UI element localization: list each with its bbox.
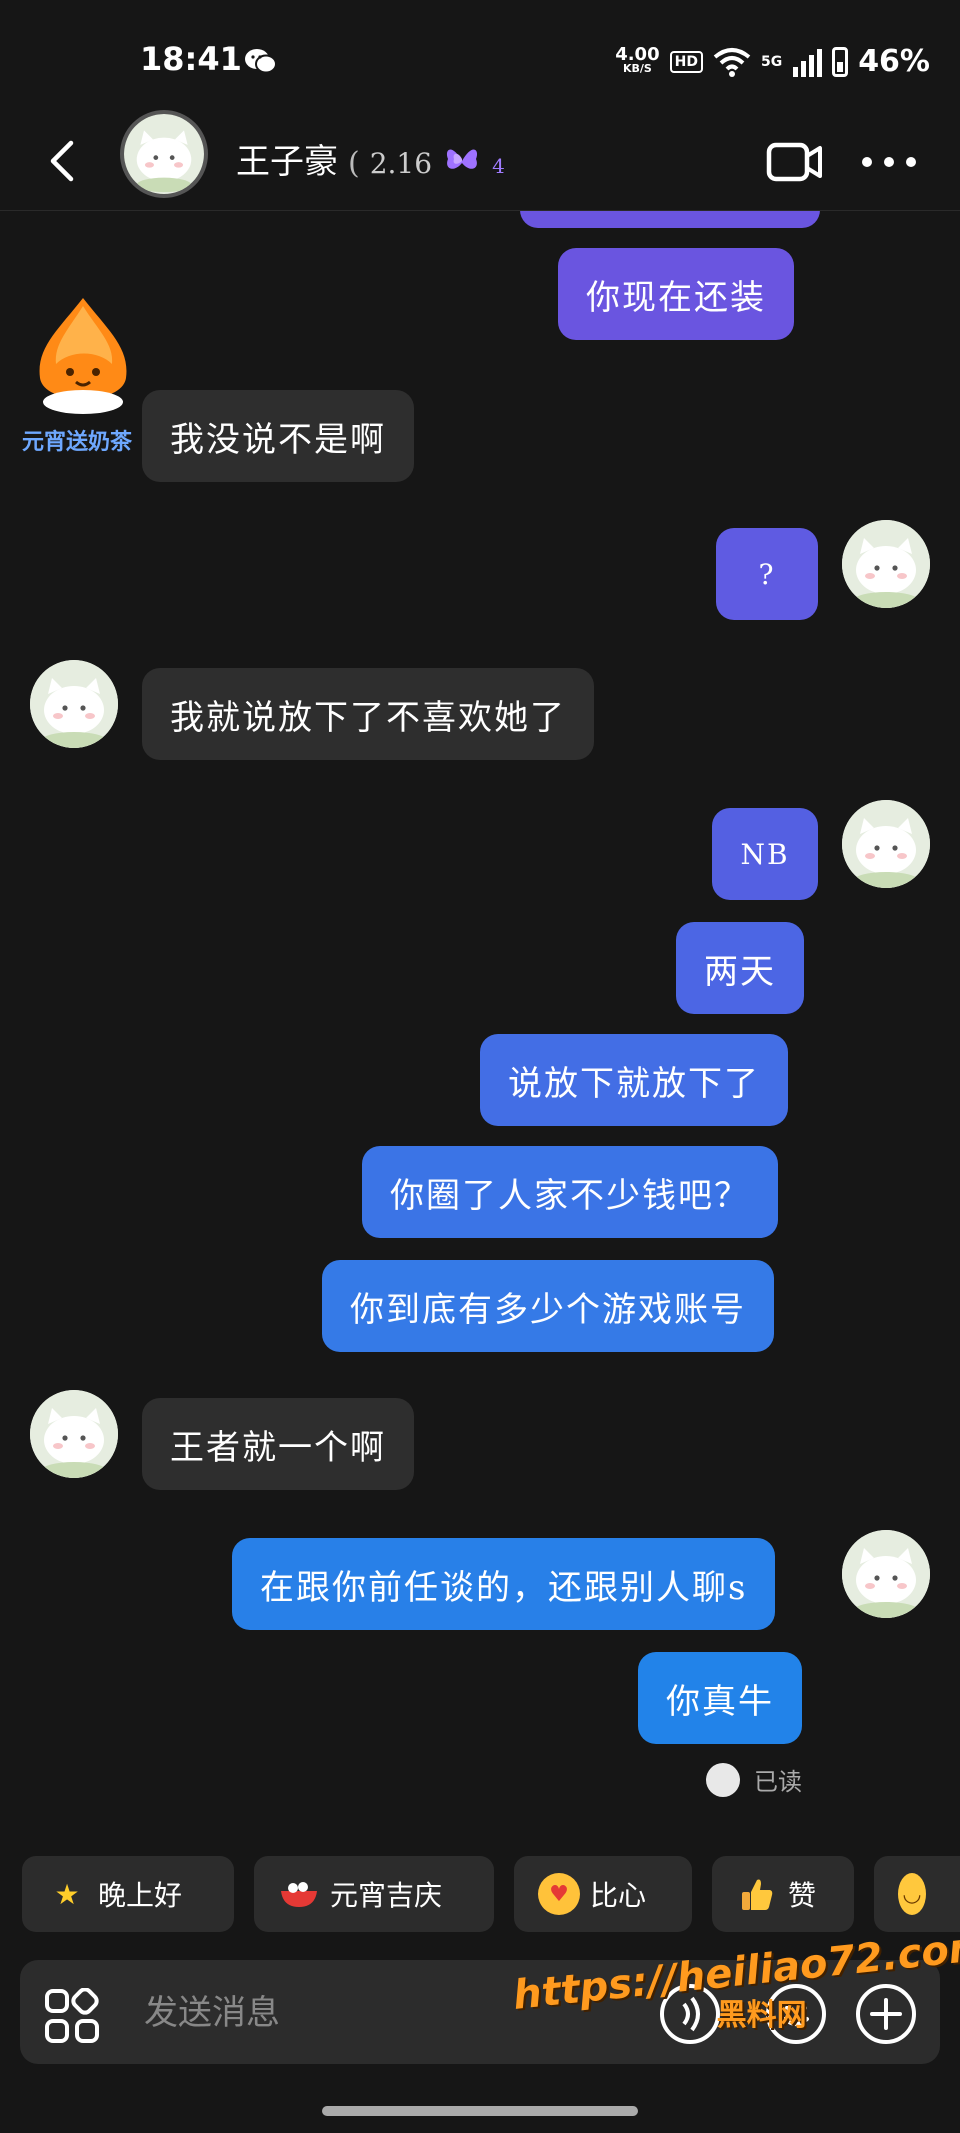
- cat-avatar-icon: [124, 114, 204, 194]
- self-avatar[interactable]: [842, 1530, 930, 1618]
- message-bubble-outgoing[interactable]: 两天: [676, 922, 804, 1014]
- glutinous-ball-sticker-icon: [39, 298, 127, 414]
- thumbs-up-svg: [742, 1879, 773, 1910]
- message-bubble-outgoing[interactable]: 你圈了人家不少钱吧？: [362, 1146, 778, 1238]
- sticker-avatar[interactable]: 元宵送奶茶: [18, 290, 148, 455]
- more-icon: [862, 157, 872, 167]
- battery-icon: [832, 46, 849, 77]
- wechat-icon: [245, 49, 277, 74]
- video-call-button[interactable]: [766, 140, 824, 184]
- quick-reply-chip[interactable]: ◡: [874, 1856, 960, 1932]
- message-bubble-outgoing[interactable]: ?: [716, 528, 818, 620]
- network-type: 5G: [760, 53, 783, 70]
- message-bubble-outgoing[interactable]: 说放下就放下了: [480, 1034, 788, 1126]
- status-bar: 18:41 4.00 KB/S HD 5G 46%: [0, 0, 960, 120]
- quick-reply-bar[interactable]: ★ 晚上好 元宵吉庆 ♥ 比心 赞 ◡: [0, 1856, 960, 1932]
- message-bubble-outgoing[interactable]: NB: [712, 808, 818, 900]
- message-bubble-incoming[interactable]: 我没说不是啊: [142, 390, 414, 482]
- contact-avatar[interactable]: [120, 110, 208, 198]
- watermark: https://heiliao72.com 黑料网: [511, 1923, 960, 2034]
- message-bubble-outgoing[interactable]: 你到底有多少个游戏账号: [322, 1260, 774, 1352]
- back-button[interactable]: [42, 136, 82, 186]
- read-status-text: 已读: [754, 1768, 802, 1796]
- video-call-icon: [766, 142, 822, 182]
- apps-icon: [45, 1987, 99, 2043]
- wifi-icon: [713, 47, 751, 77]
- message-bubble-outgoing[interactable]: 在跟你前任谈的，还跟别人聊s: [232, 1538, 776, 1630]
- cat-avatar-icon: [842, 800, 930, 888]
- sticker-caption: 元宵送奶茶: [22, 430, 133, 455]
- more-icon-dot: [906, 157, 916, 167]
- message-bubble-outgoing[interactable]: 你真牛: [638, 1652, 802, 1744]
- contact-avatar-small[interactable]: [30, 1390, 118, 1478]
- bowl-emoji-svg: [281, 1882, 317, 1907]
- more-button[interactable]: [862, 140, 916, 184]
- cat-avatar-icon: [842, 520, 930, 608]
- quick-reply-label: 比心: [590, 1879, 647, 1912]
- read-receipt: 已读: [706, 1762, 802, 1797]
- cat-avatar-icon: [30, 1390, 118, 1478]
- self-avatar[interactable]: [842, 520, 930, 608]
- heart-hands-emoji-icon: ♥: [538, 1873, 580, 1915]
- battery-percent: 46%: [858, 44, 930, 79]
- quick-reply-label: 赞: [788, 1879, 817, 1912]
- chat-header: 王子豪 ( 2.16 4: [0, 110, 960, 211]
- contact-name: 王子豪: [236, 142, 338, 182]
- cat-avatar-icon: [30, 660, 118, 748]
- hd-badge: HD: [669, 50, 703, 73]
- quick-reply-chip[interactable]: 赞: [712, 1856, 854, 1932]
- bowl-emoji-icon: [278, 1873, 320, 1915]
- message-bubble-incoming[interactable]: 我就说放下了不喜欢她了: [142, 668, 594, 760]
- signal-icon: [793, 48, 823, 77]
- quick-reply-chip[interactable]: 元宵吉庆: [254, 1856, 494, 1932]
- thumbs-up-emoji-icon: [736, 1873, 778, 1915]
- message-bubble-outgoing[interactable]: 你现在还装: [558, 248, 794, 340]
- quick-reply-chip[interactable]: ♥ 比心: [514, 1856, 692, 1932]
- butterfly-icon: [447, 148, 478, 169]
- contact-paren: (: [348, 146, 360, 181]
- laughing-emoji-icon: ◡: [898, 1873, 926, 1915]
- cat-avatar-icon: [842, 1530, 930, 1618]
- quick-reply-label: 元宵吉庆: [330, 1879, 443, 1912]
- contact-title: 王子豪 ( 2.16 4: [236, 134, 505, 183]
- more-icon-dot: [884, 157, 894, 167]
- status-time: 18:41: [140, 40, 242, 78]
- chat-thread[interactable]: 你现在还装 元宵送奶茶 我没说不是啊 ? 我就说放下了不喜欢她了 NB 两天 说…: [0, 170, 960, 1830]
- status-right: 4.00 KB/S HD 5G 46%: [615, 44, 930, 79]
- home-indicator[interactable]: [322, 2106, 638, 2116]
- quick-reply-label: 晚上好: [98, 1879, 183, 1912]
- apps-button[interactable]: [44, 1987, 100, 2044]
- quick-reply-chip[interactable]: ★ 晚上好: [22, 1856, 234, 1932]
- self-avatar[interactable]: [842, 800, 930, 888]
- contact-level: 4: [492, 154, 505, 178]
- contact-score: 2.16: [369, 147, 433, 180]
- network-speed-value: 4.00: [615, 43, 660, 65]
- back-icon: [50, 140, 74, 182]
- read-avatar: [706, 1762, 740, 1797]
- network-speed: 4.00 KB/S: [615, 43, 660, 76]
- contact-avatar-small[interactable]: [30, 660, 118, 748]
- star-emoji-icon: ★: [54, 1877, 80, 1911]
- message-bubble-incoming[interactable]: 王者就一个啊: [142, 1398, 414, 1490]
